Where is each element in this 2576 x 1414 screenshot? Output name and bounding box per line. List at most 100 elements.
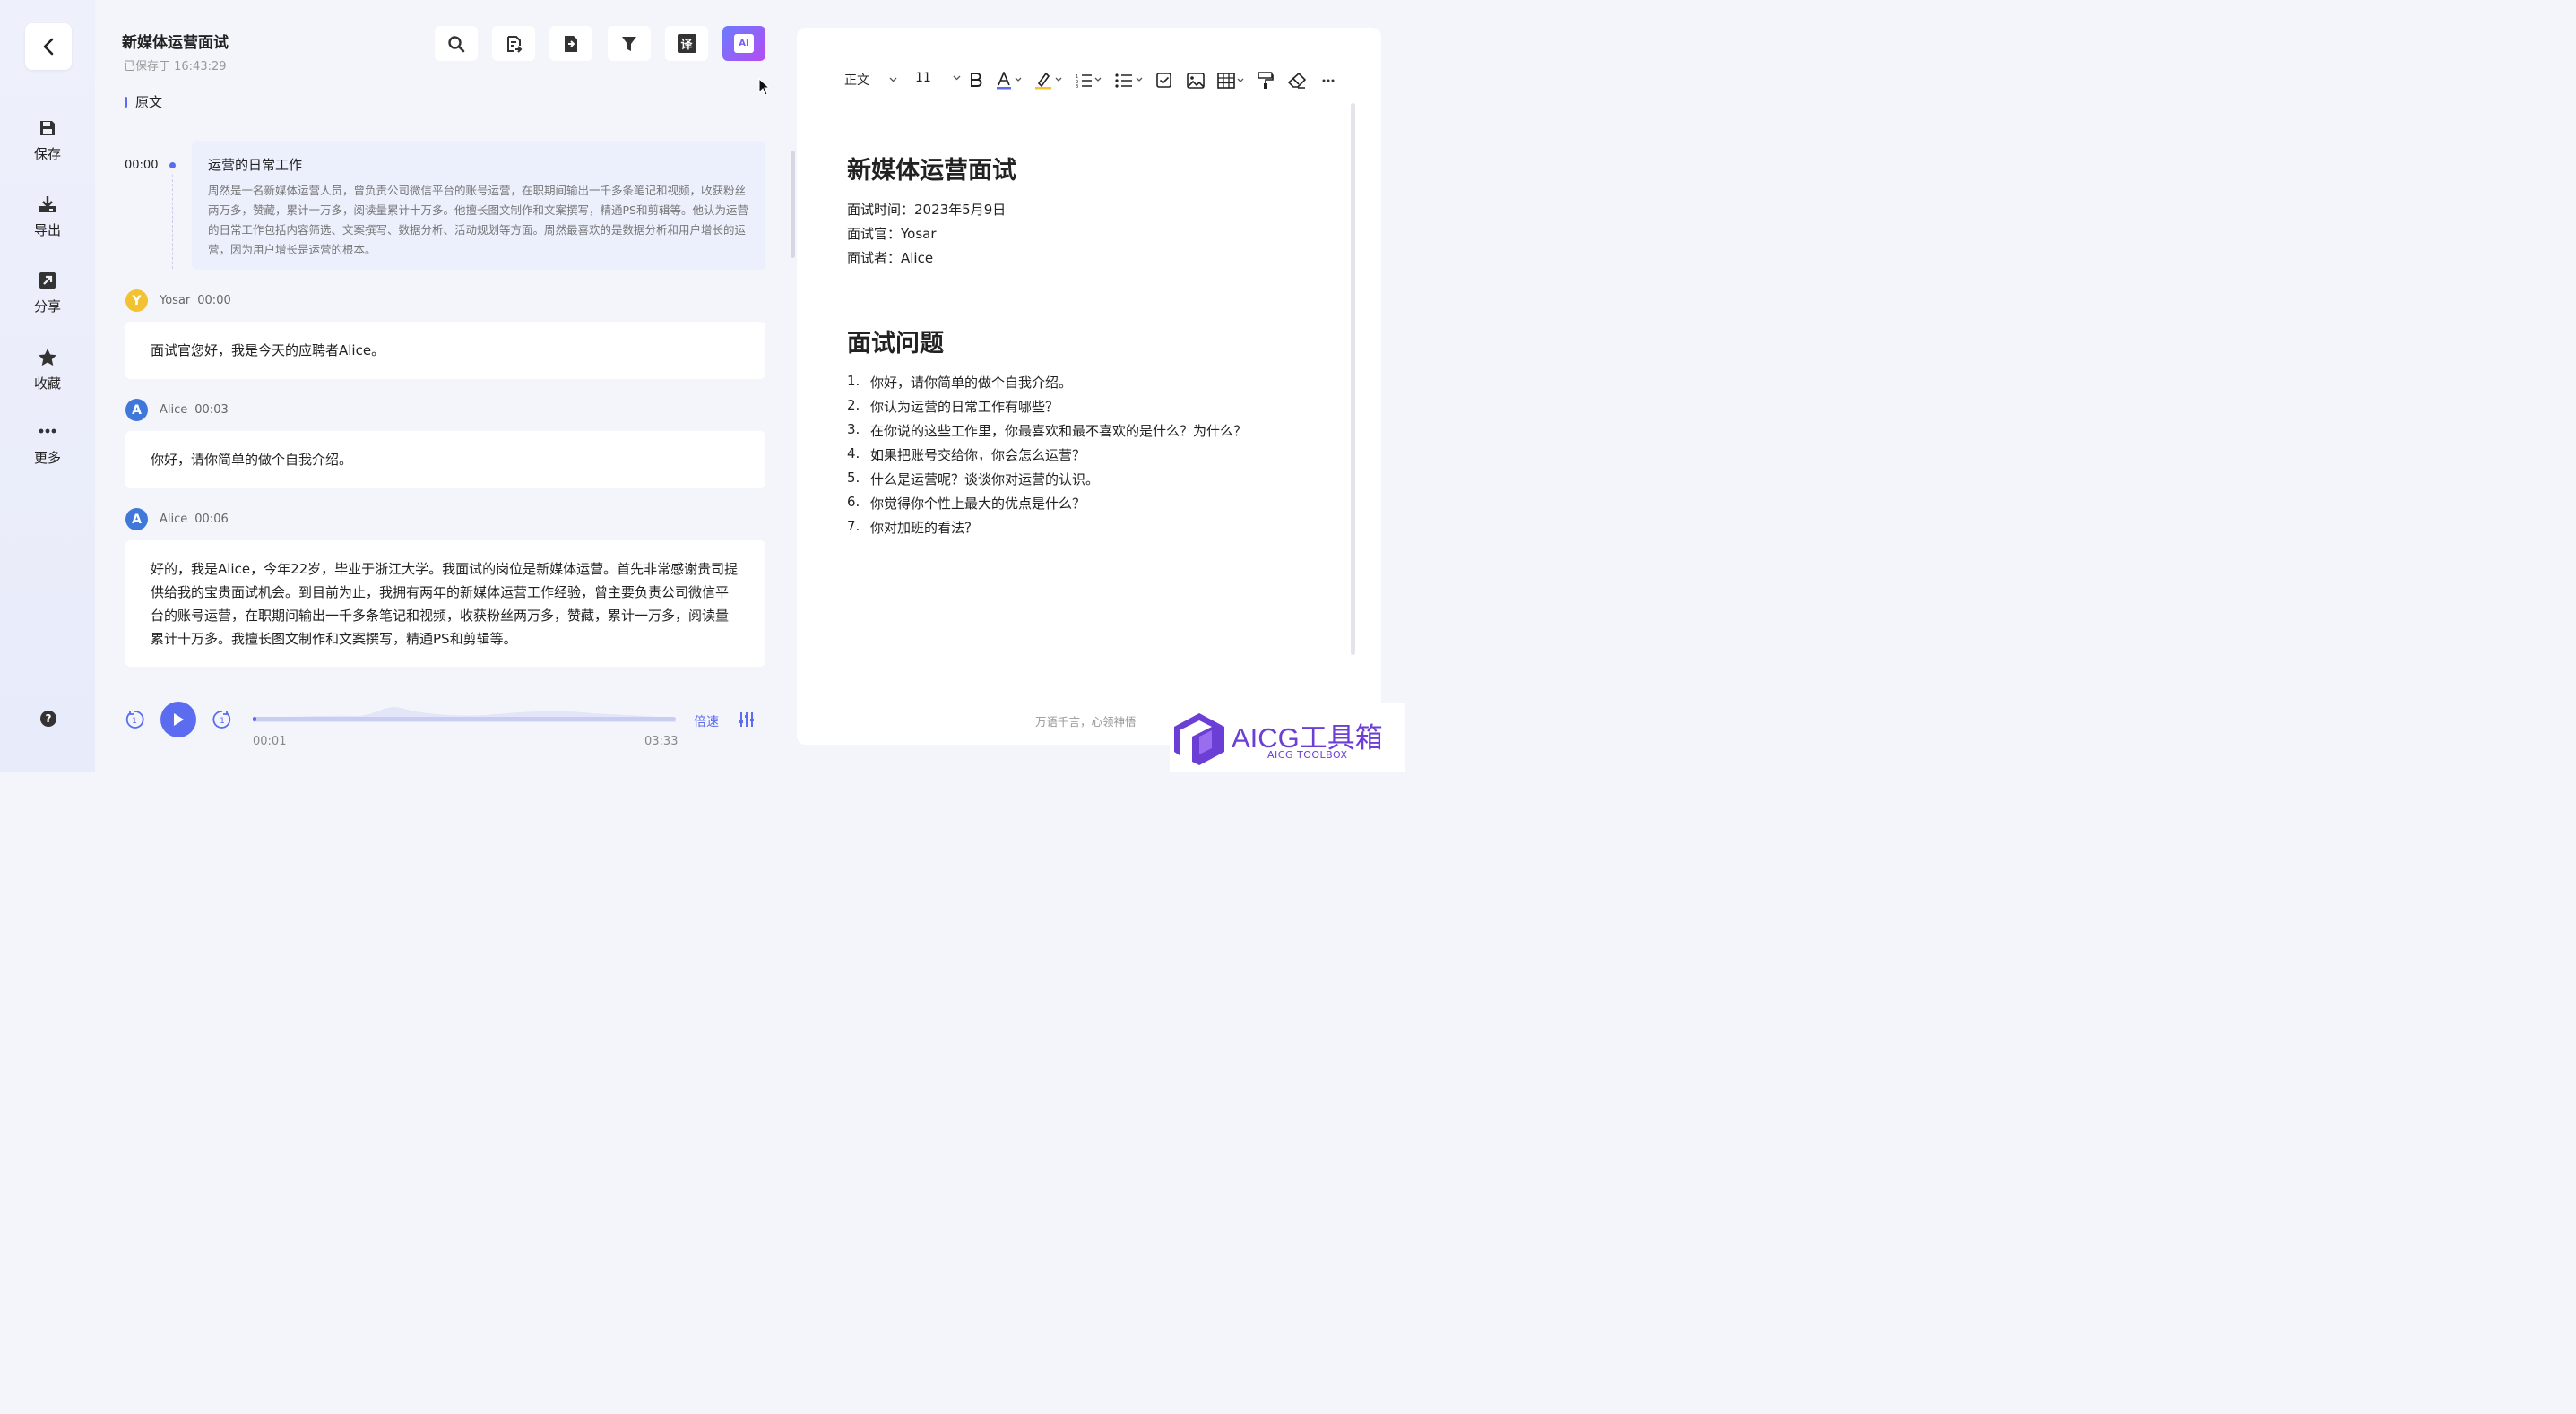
question-item[interactable]: 4. 如果把账号交给你，你会怎么运营？ — [847, 445, 1085, 464]
speaker-name: Alice — [160, 403, 188, 417]
speed-button[interactable]: 倍速 — [694, 712, 719, 730]
question-item[interactable]: 7. 你对加班的看法？ — [847, 518, 978, 537]
question-text: 你对加班的看法？ — [870, 520, 979, 536]
editor-title[interactable]: 新媒体运营面试 — [847, 151, 1016, 185]
audio-player: 1 1 倍速 00:01 03:33 — [95, 690, 796, 772]
aicg-logo-icon — [1174, 713, 1224, 765]
play-icon — [174, 713, 184, 726]
speaker-time[interactable]: 00:06 — [194, 513, 228, 526]
translate-button[interactable]: 译 — [665, 26, 708, 61]
watermark-subtext: AICG TOOLBOX — [1267, 749, 1348, 761]
summary-timestamp[interactable]: 00:00 — [125, 159, 158, 172]
replace-button[interactable] — [492, 26, 535, 61]
share-icon — [39, 272, 56, 289]
search-button[interactable] — [435, 26, 478, 61]
question-item[interactable]: 3. 在你说的这些工作里，你最喜欢和最不喜欢的是什么？为什么？ — [847, 421, 1247, 440]
highlight-icon[interactable] — [1035, 72, 1062, 90]
question-item[interactable]: 2. 你认为运营的日常工作有哪些？ — [847, 397, 1059, 416]
total-time: 03:33 — [644, 735, 679, 748]
current-time: 00:01 — [253, 735, 287, 748]
svg-text:1: 1 — [132, 717, 137, 726]
export-icon — [39, 196, 56, 212]
speaker-name: Yosar — [160, 294, 191, 307]
transcript-bubble[interactable]: 面试官您好，我是今天的应聘者Alice。 — [125, 322, 765, 379]
question-text: 在你说的这些工作里，你最喜欢和最不喜欢的是什么？为什么？ — [870, 423, 1248, 439]
font-color-icon[interactable] — [997, 72, 1022, 90]
rewind-icon[interactable]: 1 — [125, 710, 144, 729]
export-button[interactable]: 导出 — [0, 195, 95, 239]
chevron-left-icon — [43, 38, 54, 56]
avatar: A — [125, 508, 148, 530]
style-select[interactable]: 正文 — [844, 71, 897, 89]
back-button[interactable] — [25, 23, 72, 70]
translate-icon: 译 — [677, 34, 696, 53]
svg-text:3: 3 — [1076, 84, 1078, 88]
ordered-list-icon[interactable]: 123 — [1076, 73, 1102, 88]
save-button[interactable]: 保存 — [0, 119, 95, 163]
progress-track[interactable] — [253, 717, 676, 721]
star-icon — [39, 349, 56, 366]
equalizer-icon[interactable] — [739, 711, 755, 728]
meta-interviewer[interactable]: 面试官：Yosar — [847, 224, 937, 243]
question-text: 你觉得你个性上最大的优点是什么？ — [870, 496, 1086, 512]
transcript-panel: 新媒体运营面试 已保存于 16:43:29 译 AI 原文 00:00 运营的日… — [95, 0, 796, 772]
search-icon — [448, 35, 465, 52]
style-select-value: 正文 — [844, 73, 869, 88]
document-replace-icon — [507, 35, 523, 53]
fast-forward-icon[interactable]: 1 — [212, 710, 232, 729]
chevron-down-icon — [953, 75, 961, 81]
checkbox-icon[interactable] — [1156, 73, 1172, 89]
summary-body: 周然是一名新媒体运营人员，曾负责公司微信平台的账号运营，在职期间输出一千多条笔记… — [208, 184, 748, 256]
image-icon[interactable] — [1187, 73, 1205, 89]
section-original-text: 原文 — [125, 92, 162, 111]
avatar: A — [125, 399, 148, 421]
page-title: 新媒体运营面试 — [122, 34, 229, 52]
meta-interview-time[interactable]: 面试时间：2023年5月9日 — [847, 200, 1006, 219]
font-size-select[interactable]: 11 — [915, 71, 961, 85]
filter-icon — [622, 36, 636, 51]
bullet-list-icon[interactable] — [1115, 73, 1144, 88]
note-editor: 正文 11 123 新媒体运营面试 面试时间：2023年5月9日 面试官：Yos… — [797, 28, 1381, 745]
section-label: 原文 — [135, 94, 163, 110]
table-icon[interactable] — [1217, 73, 1246, 89]
speaker-row: Y Yosar 00:00 — [125, 289, 231, 312]
question-text: 什么是运营呢？谈谈你对运营的认识。 — [870, 471, 1100, 487]
import-button[interactable] — [549, 26, 592, 61]
question-item[interactable]: 1. 你好，请你简单的做个自我介绍。 — [847, 373, 1072, 392]
question-item[interactable]: 5. 什么是运营呢？谈谈你对运营的认识。 — [847, 470, 1099, 488]
speaker-row: A Alice 00:06 — [125, 508, 229, 530]
ai-button[interactable]: AI — [722, 26, 765, 61]
more-icon — [39, 428, 56, 434]
bold-icon[interactable] — [970, 73, 982, 87]
filter-button[interactable] — [608, 26, 651, 61]
ai-icon: AI — [734, 34, 754, 53]
question-text: 如果把账号交给你，你会怎么运营？ — [870, 447, 1086, 463]
chevron-down-icon — [889, 77, 897, 82]
share-button[interactable]: 分享 — [0, 272, 95, 315]
font-size-value: 11 — [915, 71, 931, 85]
progress-fill — [253, 717, 256, 721]
editor-footer-slogan: 万语千言，心领神悟 — [1035, 715, 1137, 729]
speaker-name: Alice — [160, 513, 188, 526]
more-button[interactable]: 更多 — [0, 428, 95, 467]
help-icon[interactable]: ? — [40, 711, 56, 727]
favorite-button[interactable]: 收藏 — [0, 348, 95, 392]
eraser-icon[interactable] — [1288, 73, 1306, 89]
question-item[interactable]: 6. 你觉得你个性上最大的优点是什么？ — [847, 494, 1085, 513]
transcript-scrollbar[interactable] — [791, 151, 795, 258]
more-options-icon[interactable] — [1322, 79, 1335, 82]
format-painter-icon[interactable] — [1258, 72, 1274, 90]
transcript-bubble[interactable]: 你好，请你简单的做个自我介绍。 — [125, 431, 765, 488]
left-sidebar: 保存 导出 分享 收藏 更多 ? — [0, 0, 95, 772]
meta-interviewee[interactable]: 面试者：Alice — [847, 248, 933, 267]
favorite-label: 收藏 — [33, 375, 61, 392]
play-button[interactable] — [160, 702, 196, 737]
save-label: 保存 — [33, 146, 61, 162]
saved-status: 已保存于 16:43:29 — [124, 60, 227, 73]
questions-heading[interactable]: 面试问题 — [847, 323, 944, 358]
editor-scrollbar[interactable] — [1351, 103, 1355, 655]
save-icon — [40, 121, 55, 135]
speaker-time[interactable]: 00:03 — [194, 403, 228, 417]
speaker-time[interactable]: 00:00 — [197, 294, 230, 307]
transcript-bubble[interactable]: 好的，我是Alice，今年22岁，毕业于浙江大学。我面试的岗位是新媒体运营。首先… — [125, 540, 765, 667]
